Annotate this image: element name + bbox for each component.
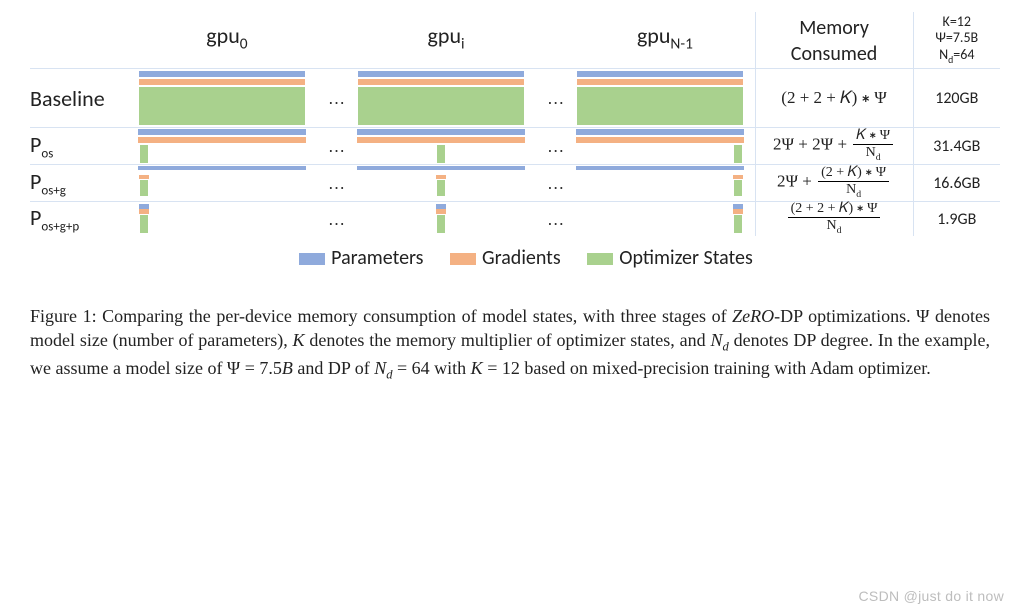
legend-label-gradients: Gradients <box>482 246 561 270</box>
formula-posgp: (2 + 2 + 𝐾) ∗ ΨNd <box>755 202 913 237</box>
mem-pos: 31.4GB <box>913 128 1000 165</box>
watermark-text: CSDN @just do it now <box>859 588 1004 604</box>
posgp-block-gpun <box>575 202 745 236</box>
legend-swatch-gradients <box>450 253 476 265</box>
optimizer-shard <box>139 144 149 164</box>
row-baseline: Baseline … … (2 + 2 + 𝐾) ∗ Ψ 120GB <box>30 69 1000 128</box>
optimizer-shard <box>139 179 149 197</box>
mem-posgp: 1.9GB <box>913 202 1000 237</box>
legend: Parameters Gradients Optimizer States <box>30 246 1000 270</box>
legend-swatch-parameters <box>299 253 325 265</box>
posgp-block-gpui <box>356 202 526 236</box>
col-gpui: gpui <box>356 12 536 69</box>
row-posgp: Pos+g+p … … (2 + 2 + 𝐾) ∗ ΨNd 1.9GB <box>30 202 1000 237</box>
zero-memory-figure: gpu0 gpui gpuN-1 MemoryConsumed K=12 Ψ=7… <box>30 12 1000 236</box>
mem-baseline: 120GB <box>913 69 1000 128</box>
row-posg: Pos+g … … 2Ψ + (2 + 𝐾) ∗ ΨNd 16.6 <box>30 165 1000 202</box>
pos-block-gpui <box>356 128 526 164</box>
formula-pos: 2Ψ + 2Ψ + 𝐾 ∗ ΨNd <box>755 128 913 165</box>
column-header-row: gpu0 gpui gpuN-1 MemoryConsumed K=12 Ψ=7… <box>30 12 1000 69</box>
pos-block-gpu0 <box>137 128 307 164</box>
col-gpu0: gpu0 <box>137 12 317 69</box>
col-example-params: K=12 Ψ=7.5B Nd=64 <box>913 12 1000 69</box>
col-memory-consumed: MemoryConsumed <box>755 12 913 69</box>
posgp-block-gpu0 <box>137 202 307 236</box>
baseline-block-gpun <box>575 69 745 127</box>
baseline-block-gpu0 <box>137 69 307 127</box>
legend-label-optimizer: Optimizer States <box>619 246 753 270</box>
row-label-posgp: Pos+g+p <box>30 202 137 237</box>
legend-swatch-optimizer <box>587 253 613 265</box>
figure-caption: Figure 1: Comparing the per-device memor… <box>30 304 990 383</box>
legend-label-parameters: Parameters <box>331 246 423 270</box>
row-pos: Pos … … 2Ψ + 2Ψ + 𝐾 ∗ <box>30 128 1000 165</box>
baseline-block-gpui <box>356 69 526 127</box>
row-label-pos: Pos <box>30 128 137 165</box>
pos-block-gpun <box>575 128 745 164</box>
col-gpun: gpuN-1 <box>575 12 755 69</box>
ellipsis: … <box>317 69 356 128</box>
optimizer-states-bar <box>138 86 306 126</box>
gpu-label: gpu <box>206 22 239 49</box>
posg-block-gpun <box>575 165 745 201</box>
row-label-baseline: Baseline <box>30 69 137 128</box>
posg-block-gpu0 <box>137 165 307 201</box>
mem-posg: 16.6GB <box>913 165 1000 202</box>
formula-posg: 2Ψ + (2 + 𝐾) ∗ ΨNd <box>755 165 913 202</box>
row-label-posg: Pos+g <box>30 165 137 202</box>
gradients-bar <box>138 78 306 86</box>
parameters-bar <box>137 165 307 171</box>
parameters-bar <box>138 70 306 78</box>
formula-baseline: (2 + 2 + 𝐾) ∗ Ψ <box>755 69 913 128</box>
gpu-label: gpu <box>428 22 461 49</box>
gpu-label: gpu <box>637 22 670 49</box>
posg-block-gpui <box>356 165 526 201</box>
optimizer-shard <box>139 214 149 234</box>
